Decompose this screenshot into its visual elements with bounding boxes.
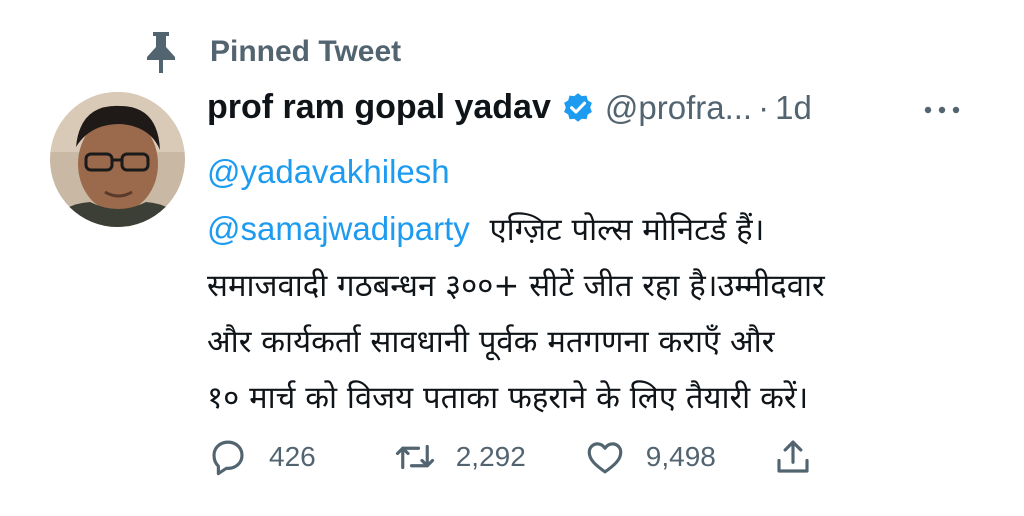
pinned-indicator: Pinned Tweet — [142, 30, 401, 74]
like-button[interactable]: 9,498 — [584, 436, 716, 478]
pinned-label: Pinned Tweet — [210, 35, 402, 68]
tweet-text-segment: एग्ज़िट पोल्स मोनिटर्ड हैं। — [489, 212, 765, 248]
verified-badge-icon — [563, 92, 592, 122]
avatar[interactable] — [50, 92, 185, 227]
tweet-actions: 426 2,292 9,498 — [207, 436, 814, 478]
retweet-button[interactable]: 2,292 — [394, 436, 526, 478]
pin-icon — [147, 32, 175, 73]
reply-button[interactable]: 426 — [207, 436, 316, 478]
display-name[interactable]: prof ram gopal yadav — [207, 88, 551, 127]
more-options-icon[interactable] — [922, 100, 962, 120]
tweet-text-line: और कार्यकर्ता सावधानी पूर्वक मतगणना कराए… — [207, 324, 775, 360]
share-icon — [777, 440, 809, 473]
separator-dot: · — [758, 88, 770, 126]
mention-link[interactable]: @samajwadiparty — [207, 210, 470, 247]
tweet-text-line: १० मार्च को विजय पताका फहराने के लिए तैय… — [207, 380, 809, 416]
timestamp[interactable]: 1d — [775, 89, 812, 127]
like-count: 9,498 — [645, 441, 716, 472]
tweet-header: prof ram gopal yadav @profra... · 1d — [207, 88, 984, 127]
retweet-icon — [395, 444, 434, 470]
tweet-text: @yadavakhilesh @samajwadiparty एग्ज़िट प… — [207, 144, 997, 426]
profile-photo-icon — [50, 92, 185, 227]
tweet-text-line: समाजवादी गठबन्धन ३००+ सीटें जीत रहा है।उ… — [207, 268, 825, 304]
like-icon — [587, 442, 623, 474]
share-button[interactable] — [772, 436, 814, 478]
reply-icon — [212, 440, 244, 476]
user-handle[interactable]: @profra... — [605, 89, 752, 127]
retweet-count: 2,292 — [455, 441, 526, 472]
mention-link[interactable]: @yadavakhilesh — [207, 153, 450, 190]
reply-count: 426 — [269, 441, 316, 472]
